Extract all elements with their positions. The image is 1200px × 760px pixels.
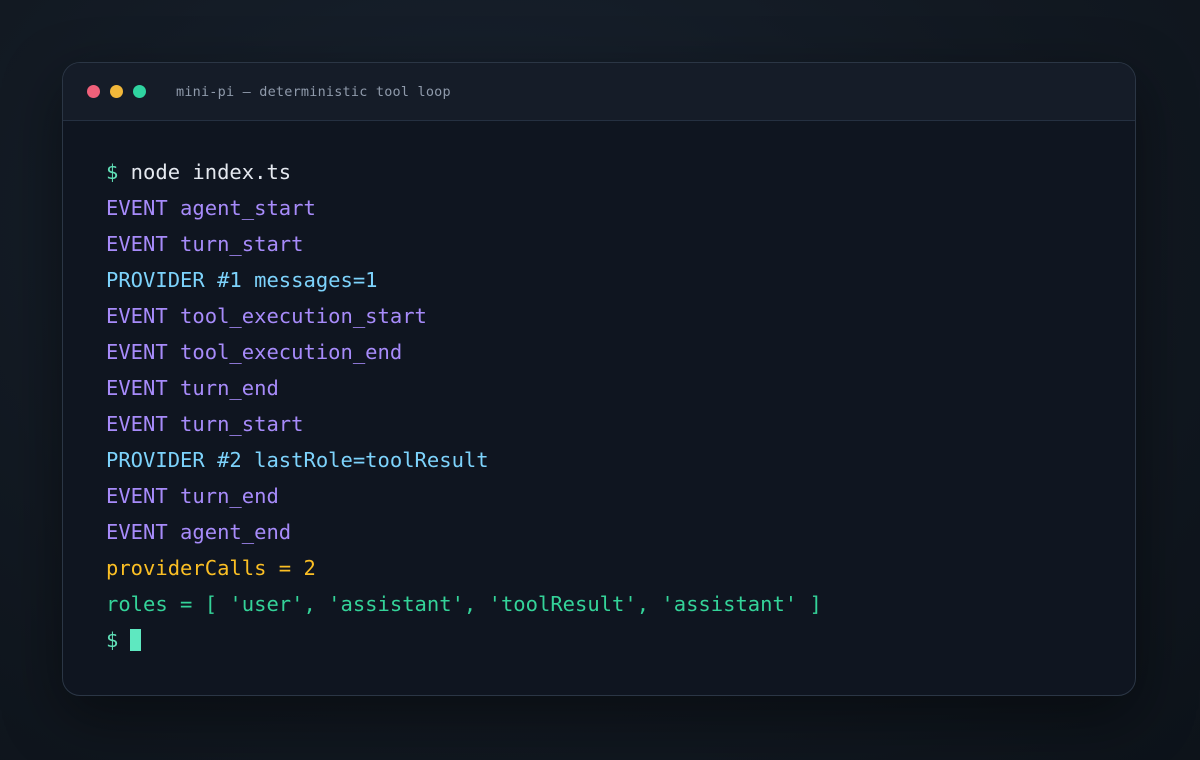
title-bar: mini-pi — deterministic tool loop <box>63 63 1135 121</box>
close-button[interactable] <box>87 85 100 98</box>
minimize-button[interactable] <box>110 85 123 98</box>
prompt-symbol: $ <box>106 628 119 652</box>
output-line: EVENT turn_start <box>106 232 304 256</box>
output-line: EVENT agent_end <box>106 520 292 544</box>
output-line: EVENT turn_end <box>106 376 279 400</box>
cursor <box>130 629 142 651</box>
command-body: node index.ts <box>118 160 292 184</box>
output-line: EVENT agent_start <box>106 196 316 220</box>
output-line: roles = [ 'user', 'assistant', 'toolResu… <box>106 592 822 616</box>
output-line: EVENT tool_execution_end <box>106 340 403 364</box>
window-controls <box>87 85 156 98</box>
output-line: PROVIDER #1 messages=1 <box>106 268 378 292</box>
terminal-output[interactable]: $ node index.ts EVENT agent_start EVENT … <box>106 154 1115 658</box>
terminal-window: mini-pi — deterministic tool loop $ node… <box>62 62 1136 696</box>
window-title: mini-pi — deterministic tool loop <box>176 83 451 100</box>
output-line: PROVIDER #2 lastRole=toolResult <box>106 448 489 472</box>
maximize-button[interactable] <box>133 85 146 98</box>
output-line: EVENT turn_start <box>106 412 304 436</box>
output-line: EVENT tool_execution_start <box>106 304 427 328</box>
output-line: EVENT turn_end <box>106 484 279 508</box>
input-line[interactable]: $ <box>106 622 1115 658</box>
prompt-symbol: $ <box>106 160 119 184</box>
command-text: $ node index.ts <box>106 160 291 184</box>
command-line: $ node index.ts <box>106 154 1115 190</box>
output-line: providerCalls = 2 <box>106 556 316 580</box>
